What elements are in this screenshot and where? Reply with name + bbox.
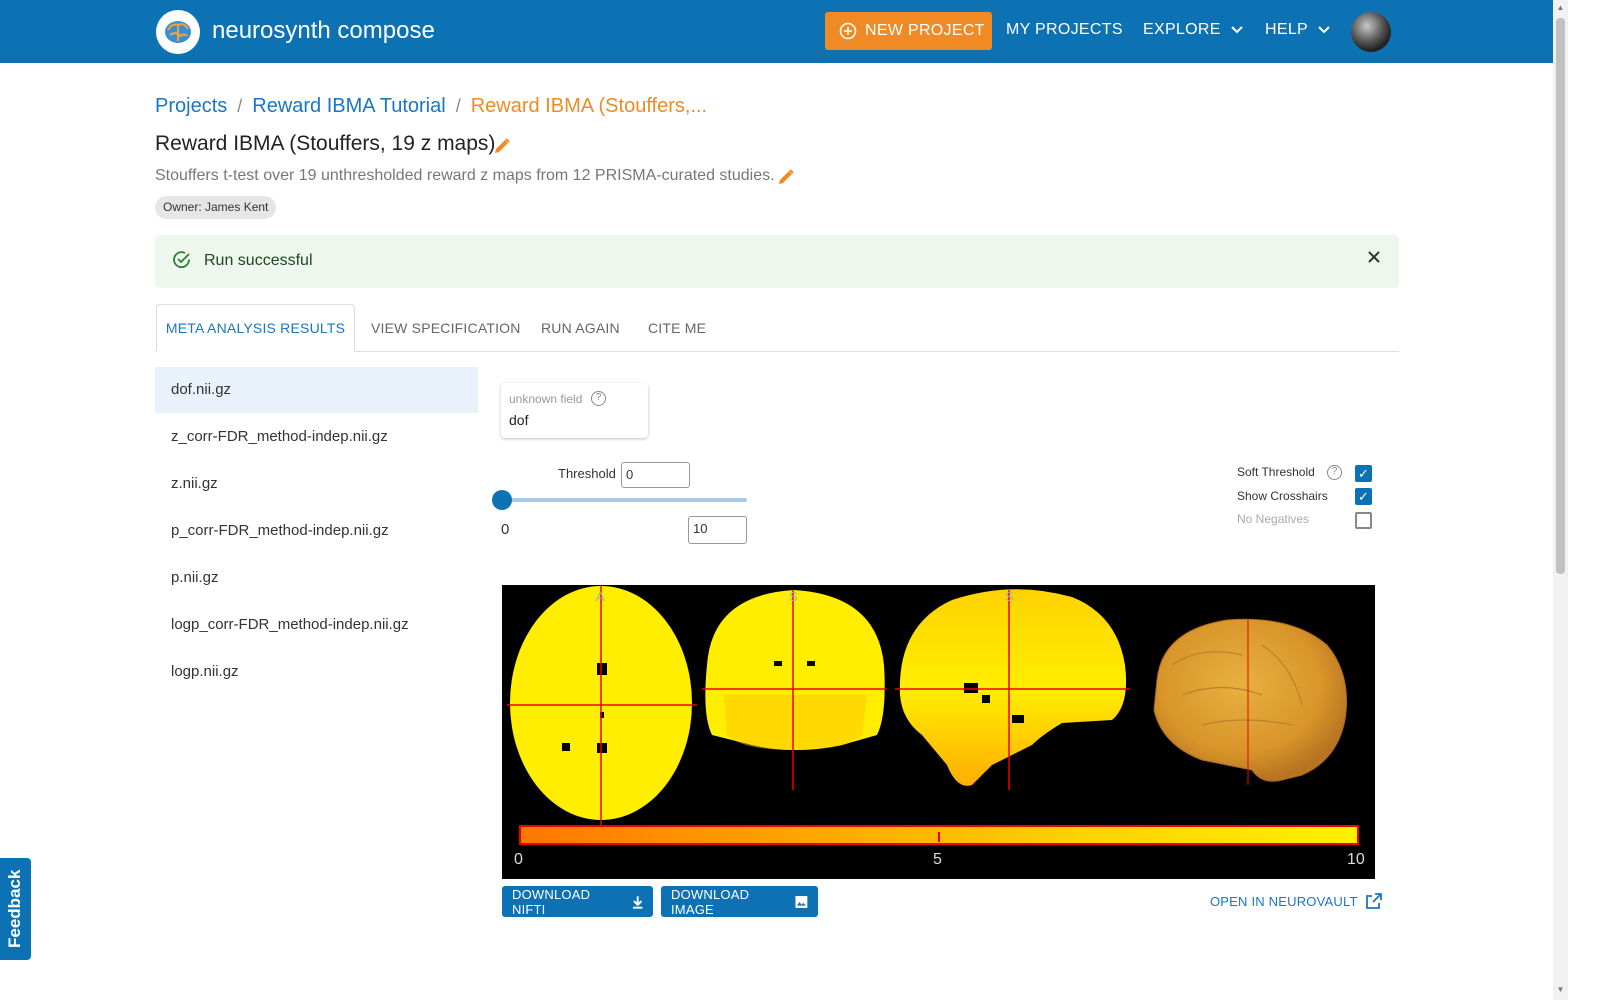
nav-help[interactable]: HELP [1265, 21, 1330, 39]
threshold-label: Threshold [558, 466, 616, 481]
file-list-item[interactable]: logp_corr-FDR_method-indep.nii.gz [155, 602, 478, 648]
field-label: unknown field [509, 392, 583, 406]
show-crosshairs-label: Show Crosshairs [1237, 489, 1328, 503]
show-crosshairs-checkbox[interactable]: ✓ [1355, 488, 1372, 505]
threshold-max-input[interactable]: 10 [688, 516, 747, 544]
scroll-down-arrow-icon[interactable]: ▼ [1556, 985, 1565, 995]
edit-description-pencil-icon[interactable] [777, 168, 795, 186]
colorbar-tick: 0 [514, 851, 523, 868]
open-in-neurovault-link[interactable]: OPEN IN NEUROVAULT [1210, 893, 1382, 909]
file-list-item[interactable]: p_corr-FDR_method-indep.nii.gz [155, 508, 478, 554]
nav-my-projects-label: MY PROJECTS [1006, 21, 1123, 38]
breadcrumb-separator: / [455, 96, 461, 116]
brain-logo-icon[interactable] [156, 10, 200, 54]
breadcrumb: Projects / Reward IBMA Tutorial / Reward… [155, 95, 707, 118]
alert-message: Run successful [204, 252, 313, 269]
scroll-up-arrow-icon[interactable]: ▲ [1556, 3, 1565, 13]
field-value: dof [509, 412, 529, 428]
orientation-label-axial: A [596, 589, 605, 604]
soft-threshold-checkbox[interactable]: ✓ [1355, 465, 1372, 482]
threshold-slider-handle[interactable] [492, 490, 512, 510]
feedback-label: Feedback [5, 869, 24, 948]
download-image-label: DOWNLOAD IMAGE [671, 886, 750, 917]
page-scrollbar-thumb[interactable] [1556, 18, 1565, 574]
new-project-label: NEW PROJECT [865, 22, 985, 39]
3d-brain-render[interactable] [1153, 618, 1348, 785]
tab-cite-me[interactable]: CITE ME [648, 304, 706, 352]
tab-meta-analysis-results[interactable]: META ANALYSIS RESULTS [156, 304, 355, 352]
breadcrumb-current: Reward IBMA (Stouffers,... [470, 95, 708, 117]
open-in-neurovault-label: OPEN IN NEUROVAULT [1210, 893, 1358, 909]
help-icon[interactable]: ? [1327, 465, 1342, 480]
threshold-slider-track[interactable] [502, 498, 747, 502]
download-nifti-button[interactable]: DOWNLOAD NIFTI [502, 886, 653, 917]
user-avatar[interactable] [1351, 12, 1391, 52]
check-circle-icon [173, 251, 190, 268]
no-negatives-checkbox[interactable] [1355, 512, 1372, 529]
no-negatives-label: No Negatives [1237, 512, 1310, 526]
download-nifti-label: DOWNLOAD NIFTI [512, 886, 591, 917]
help-icon[interactable]: ? [591, 391, 606, 406]
file-list-item[interactable]: z.nii.gz [155, 461, 478, 507]
file-list-item[interactable]: z_corr-FDR_method-indep.nii.gz [155, 414, 478, 460]
file-list-item[interactable]: dof.nii.gz [155, 367, 478, 413]
new-project-button[interactable]: NEW PROJECT [825, 12, 992, 50]
nav-help-label: HELP [1265, 21, 1308, 38]
colorbar-tick: 10 [1347, 851, 1365, 868]
page-title: Reward IBMA (Stouffers, 19 z maps) [155, 132, 496, 155]
breadcrumb-separator: / [237, 96, 243, 116]
file-list-item[interactable]: p.nii.gz [155, 555, 478, 601]
breadcrumb-projects[interactable]: Projects [155, 95, 227, 118]
download-image-button[interactable]: DOWNLOAD IMAGE [661, 886, 818, 917]
owner-chip: Owner: James Kent [155, 196, 277, 219]
coronal-slice[interactable] [702, 590, 887, 790]
chevron-down-icon [1230, 26, 1243, 34]
brand-name[interactable]: neurosynth compose [212, 17, 435, 45]
unknown-field-box: unknown field ? dof [501, 383, 648, 438]
file-list-item[interactable]: logp.nii.gz [155, 649, 478, 695]
colorbar-tick: 5 [933, 851, 942, 868]
nav-explore-label: EXPLORE [1143, 21, 1221, 38]
axial-slice[interactable] [507, 585, 697, 825]
download-icon [632, 895, 643, 909]
chevron-down-icon [1318, 26, 1330, 34]
breadcrumb-project[interactable]: Reward IBMA Tutorial [252, 95, 445, 118]
nav-my-projects[interactable]: MY PROJECTS [1006, 21, 1123, 39]
nav-explore[interactable]: EXPLORE [1143, 21, 1243, 39]
soft-threshold-label: Soft Threshold [1237, 465, 1315, 479]
top-navbar: neurosynth compose NEW PROJECT MY PROJEC… [0, 0, 1553, 63]
tab-run-again[interactable]: RUN AGAIN [541, 304, 620, 352]
edit-title-pencil-icon[interactable] [493, 137, 511, 155]
sagittal-slice[interactable] [895, 589, 1130, 790]
close-icon[interactable] [1366, 249, 1382, 265]
add-circle-icon [839, 22, 857, 40]
external-link-icon [1365, 893, 1382, 909]
page-description: Stouffers t-test over 19 unthresholded r… [155, 167, 775, 184]
threshold-min-label: 0 [501, 521, 510, 538]
colorbar-midline [938, 832, 940, 842]
tab-view-specification[interactable]: VIEW SPECIFICATION [371, 304, 521, 352]
threshold-input[interactable]: 0 [621, 462, 690, 488]
brain-viewer[interactable]: A S S 0 5 10 [502, 585, 1375, 879]
image-icon [795, 895, 808, 908]
orientation-label-sagittal: S [1005, 589, 1014, 604]
orientation-label-coronal: S [789, 589, 798, 604]
success-alert [155, 235, 1399, 288]
feedback-tab[interactable]: Feedback [0, 858, 31, 960]
